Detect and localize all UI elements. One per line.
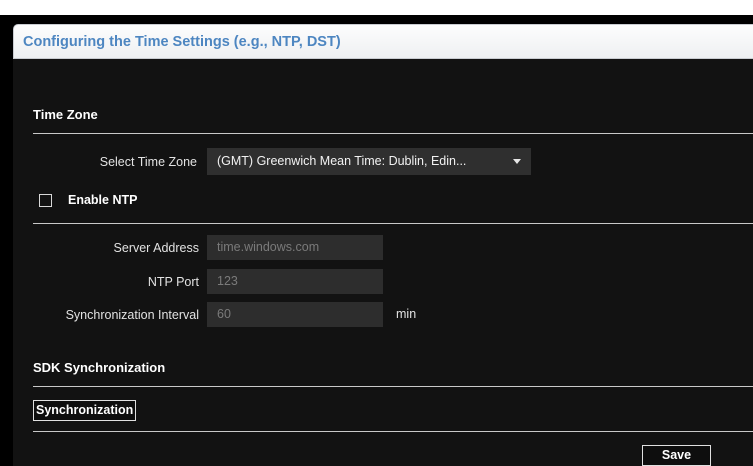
enable-ntp-label: Enable NTP: [68, 193, 138, 207]
title-bar: Configuring the Time Settings (e.g., NTP…: [13, 24, 753, 59]
sdk-divider: [33, 386, 753, 387]
top-strip: [0, 0, 753, 15]
enable-ntp-checkbox[interactable]: [39, 194, 52, 207]
sync-interval-unit: min: [396, 307, 417, 321]
server-address-label: Server Address: [113, 241, 199, 255]
time-zone-selected-value: (GMT) Greenwich Mean Time: Dublin, Edin.…: [217, 154, 467, 168]
time-settings-panel: Time Zone Select Time Zone (GMT) Greenwi…: [13, 59, 753, 466]
caret-down-icon: [513, 159, 521, 164]
page-title: Configuring the Time Settings (e.g., NTP…: [23, 34, 341, 50]
select-time-zone-label: Select Time Zone: [99, 155, 197, 169]
ntp-divider: [33, 223, 753, 224]
sync-interval-label: Synchronization Interval: [65, 308, 199, 322]
synchronization-button[interactable]: Synchronization: [33, 400, 137, 421]
time-zone-header: Time Zone: [33, 107, 98, 122]
footer-divider: [33, 431, 753, 432]
sync-interval-input[interactable]: 60: [207, 302, 383, 327]
ntp-port-label: NTP Port: [147, 275, 199, 289]
save-button[interactable]: Save: [642, 445, 711, 466]
time-zone-select[interactable]: (GMT) Greenwich Mean Time: Dublin, Edin.…: [207, 148, 531, 175]
time-zone-divider: [33, 133, 753, 134]
server-address-input[interactable]: time.windows.com: [207, 235, 383, 260]
sdk-sync-header: SDK Synchronization: [33, 360, 166, 375]
ntp-port-input[interactable]: 123: [207, 269, 383, 294]
